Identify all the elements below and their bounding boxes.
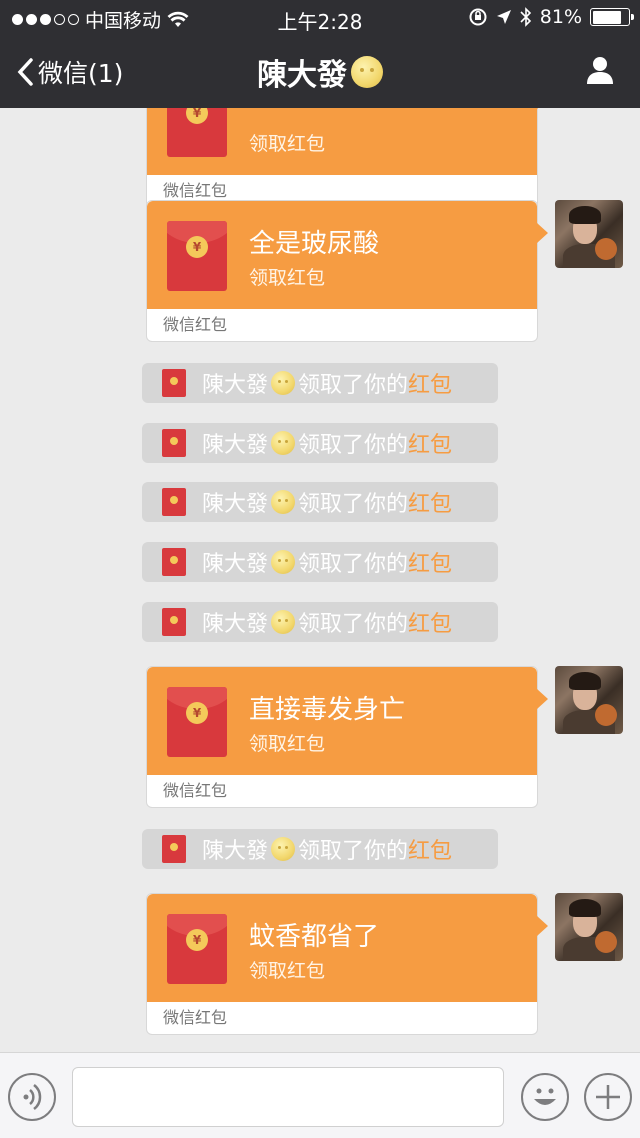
avatar[interactable]	[555, 666, 623, 734]
system-notice: 陳大發 领取了你的 红包	[142, 602, 498, 642]
notice-name: 陳大發	[202, 373, 269, 398]
moon-emoji-icon	[271, 837, 296, 861]
red-envelope-icon	[162, 835, 186, 863]
red-envelope-icon	[162, 429, 186, 457]
chat-title: 陳大發	[0, 50, 640, 94]
notice-name: 陳大發	[202, 839, 269, 864]
message-input[interactable]	[72, 1067, 504, 1127]
system-notice: 陳大發 领取了你的 红包	[142, 542, 498, 582]
battery-icon	[590, 8, 634, 26]
notice-text: 领取了你的	[298, 433, 409, 458]
emoji-button[interactable]	[521, 1073, 569, 1121]
moon-emoji-icon	[271, 550, 296, 574]
notice-name: 陳大發	[202, 552, 269, 577]
system-notice: 陳大發 领取了你的 红包	[142, 482, 498, 522]
red-packet-text: 全是玻尿酸	[249, 229, 380, 259]
avatar[interactable]	[555, 893, 623, 961]
red-packet-action: 领取红包	[249, 960, 326, 982]
chat-area[interactable]: ¥ 领取红包 微信红包 ¥ 全是玻尿酸 领取红包 微信红包 陳大發 领取了你的 …	[0, 108, 640, 1052]
red-envelope-icon	[162, 369, 186, 397]
notice-name: 陳大發	[202, 433, 269, 458]
red-packet-text: 直接毒发身亡	[249, 695, 406, 725]
red-packet-action: 领取红包	[249, 267, 326, 289]
plus-icon	[596, 1085, 620, 1109]
system-notice: 陳大發 领取了你的 红包	[142, 829, 498, 869]
moon-emoji-icon	[271, 371, 296, 395]
red-packet-text: 蚊香都省了	[249, 922, 380, 952]
red-packet-footer: 微信红包	[163, 315, 228, 334]
red-packet-message[interactable]: ¥ 全是玻尿酸 领取红包 微信红包	[146, 200, 548, 342]
notice-link[interactable]: 红包	[408, 367, 452, 399]
battery-percent: 81%	[539, 6, 582, 28]
nav-bar: 微信(1) 陳大發	[0, 36, 640, 108]
notice-text: 领取了你的	[298, 839, 409, 864]
red-envelope-icon: ¥	[167, 221, 227, 291]
system-notice: 陳大發 领取了你的 红包	[142, 363, 498, 403]
red-packet-action: 领取红包	[249, 733, 326, 755]
red-envelope-icon: ¥	[167, 914, 227, 984]
notice-link[interactable]: 红包	[408, 606, 452, 638]
red-packet-footer: 微信红包	[163, 781, 228, 800]
red-packet-message[interactable]: ¥ 直接毒发身亡 领取红包 微信红包	[146, 666, 548, 808]
voice-icon	[23, 1084, 42, 1110]
red-envelope-icon: ¥	[167, 108, 227, 157]
moon-emoji-icon	[351, 56, 383, 88]
system-notice: 陳大發 领取了你的 红包	[142, 423, 498, 463]
avatar[interactable]	[555, 200, 623, 268]
moon-emoji-icon	[271, 490, 296, 514]
contact-profile-button[interactable]	[584, 54, 616, 90]
red-packet-action: 领取红包	[249, 133, 326, 155]
red-packet-message[interactable]: ¥ 领取红包 微信红包	[146, 108, 548, 208]
more-button[interactable]	[584, 1073, 632, 1121]
notice-name: 陳大發	[202, 492, 269, 517]
notice-link[interactable]: 红包	[408, 546, 452, 578]
notice-link[interactable]: 红包	[408, 486, 452, 518]
notice-name: 陳大發	[202, 612, 269, 637]
moon-emoji-icon	[271, 610, 296, 634]
notice-link[interactable]: 红包	[408, 833, 452, 865]
person-icon	[587, 57, 613, 84]
location-icon	[496, 10, 511, 24]
red-envelope-icon	[162, 548, 186, 576]
top-bar: 中国移动 上午2:28 81% 微信(1) 陳大發	[0, 0, 640, 108]
input-bar	[0, 1052, 640, 1138]
red-packet-footer: 微信红包	[163, 1008, 228, 1027]
chat-title-text: 陳大發	[257, 58, 347, 93]
red-packet-message[interactable]: ¥ 蚊香都省了 领取红包 微信红包	[146, 893, 548, 1035]
smiley-icon	[534, 1088, 556, 1105]
red-envelope-icon	[162, 488, 186, 516]
red-envelope-icon: ¥	[167, 687, 227, 757]
moon-emoji-icon	[271, 431, 296, 455]
voice-button[interactable]	[8, 1073, 56, 1121]
red-envelope-icon	[162, 608, 186, 636]
notice-text: 领取了你的	[298, 612, 409, 637]
bluetooth-icon	[520, 7, 531, 27]
notice-link[interactable]: 红包	[408, 427, 452, 459]
rotation-lock-icon	[469, 8, 487, 26]
notice-text: 领取了你的	[298, 492, 409, 517]
notice-text: 领取了你的	[298, 552, 409, 577]
status-bar: 中国移动 上午2:28 81%	[0, 0, 640, 36]
notice-text: 领取了你的	[298, 373, 409, 398]
